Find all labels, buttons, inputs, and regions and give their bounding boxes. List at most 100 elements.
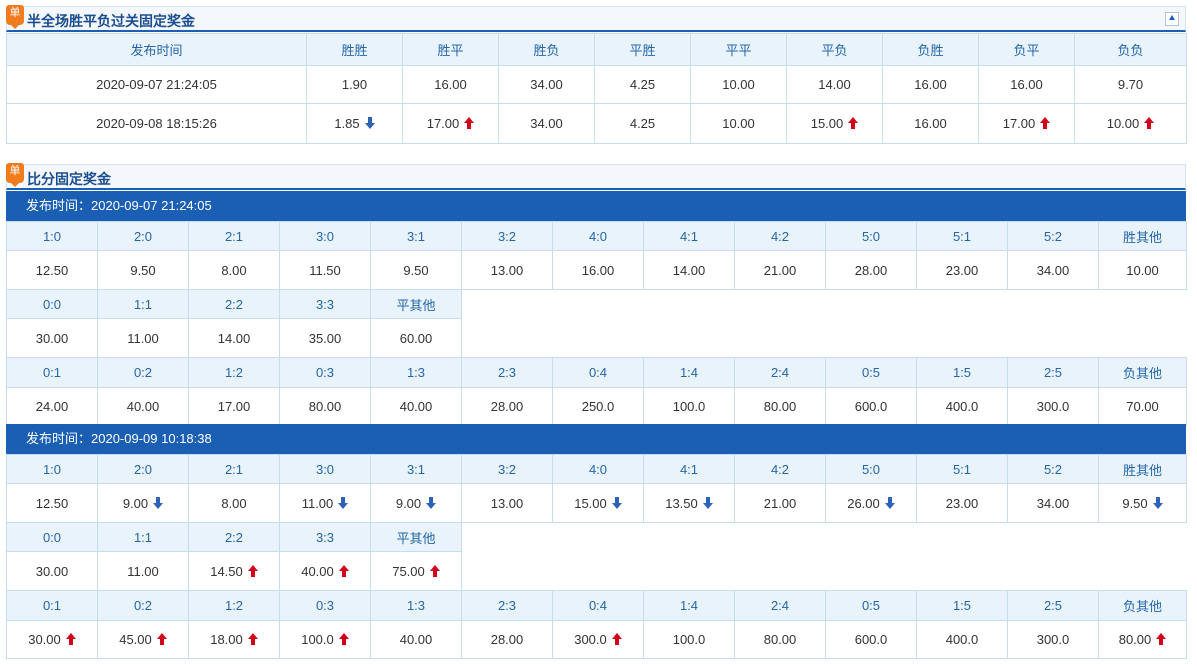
odds-cell: 23.00 [916, 250, 1008, 290]
odds-cell: 9.50 [370, 250, 462, 290]
lose-score-header-row: 0:1 0:2 1:2 0:3 1:3 2:3 0:4 1:4 2:4 0:5 1:5 2:5 负其他 [6, 590, 1187, 621]
score-label-cell: 2:0 [97, 454, 189, 484]
odds-cell: 12.50 [6, 250, 98, 290]
odds-value: 14.00 [672, 262, 706, 278]
score-label-cell: 0:4 [552, 357, 644, 388]
odds-cell: 17.00 [402, 103, 499, 144]
odds-value: 34.00 [530, 116, 563, 131]
odds-cell: 8.00 [188, 250, 280, 290]
column-header: 负胜 [882, 33, 979, 66]
arrow-up-icon [338, 633, 349, 645]
odds-cell: 21.00 [734, 250, 826, 290]
score-label-cell: 0:2 [97, 590, 189, 621]
score-label-cell: 负其他 [1098, 357, 1187, 388]
odds-value: 34.00 [1036, 495, 1070, 511]
odds-value: 8.00 [221, 262, 247, 278]
column-header: 负平 [978, 33, 1075, 66]
odds-cell: 80.00 [734, 387, 826, 426]
odds-cell: 250.0 [552, 387, 644, 426]
score-odds-table: 1:0 2:0 2:1 3:0 3:1 3:2 4:0 4:1 4:2 5:0 5:1 5:2 胜其他 1… [6, 221, 1187, 426]
empty-cell [1007, 289, 1099, 319]
odds-cell: 80.00 [1098, 620, 1187, 659]
score-label-cell: 1:2 [188, 590, 280, 621]
odds-cell: 12.50 [6, 483, 98, 523]
score-label-cell: 2:1 [188, 454, 280, 484]
empty-cell [643, 318, 735, 358]
odds-cell: 16.00 [882, 65, 979, 104]
arrow-down-icon [1152, 496, 1163, 509]
odds-cell: 600.0 [825, 387, 917, 426]
odds-cell: 11.50 [279, 250, 371, 290]
odds-value: 23.00 [945, 495, 979, 511]
odds-cell: 80.00 [734, 620, 826, 659]
score-label-cell: 2:4 [734, 357, 826, 388]
odds-value: 14.00 [818, 77, 851, 92]
arrow-down-icon [611, 496, 622, 509]
lose-score-value-row: 24.00 40.00 17.00 80.00 40.00 28.00 250.0 100.0… [6, 387, 1187, 426]
odds-cell: 14.00 [188, 318, 280, 358]
odds-cell: 34.00 [1007, 250, 1099, 290]
score-label-cell: 2:5 [1007, 357, 1099, 388]
odds-cell: 24.00 [6, 387, 98, 426]
odds-value: 17.00 [426, 116, 460, 131]
score-label-cell: 1:1 [97, 289, 189, 319]
odds-value: 23.00 [945, 262, 979, 278]
odds-value: 24.00 [35, 399, 69, 414]
odds-cell: 35.00 [279, 318, 371, 358]
arrow-up-icon [247, 633, 258, 645]
publish-time-value: 2020-09-07 21:24:05 [91, 198, 212, 213]
odds-cell: 40.00 [370, 387, 462, 426]
odds-value: 9.50 [403, 262, 429, 278]
score-label-cell: 0:0 [6, 522, 98, 552]
column-header: 胜平 [402, 33, 499, 66]
score-label-cell: 1:4 [643, 590, 735, 621]
score-label-cell: 3:0 [279, 454, 371, 484]
empty-cell [1007, 522, 1099, 552]
win-score-header-row: 1:0 2:0 2:1 3:0 3:1 3:2 4:0 4:1 4:2 5:0 5:1 5:2 胜其他 [6, 454, 1187, 484]
collapse-toggle-icon[interactable] [1165, 12, 1179, 26]
score-label-cell: 1:5 [916, 590, 1008, 621]
odds-value: 300.0 [1036, 399, 1070, 414]
odds-value: 400.0 [945, 399, 979, 414]
halftime-section-title: 半全场胜平负过关固定奖金 [27, 13, 195, 29]
odds-value: 80.00 [763, 632, 797, 647]
odds-cell: 30.00 [6, 318, 98, 358]
odds-cell: 34.00 [1007, 483, 1099, 523]
odds-value: 8.00 [221, 495, 247, 511]
odds-value: 13.50 [665, 495, 698, 511]
score-label-cell: 1:3 [370, 590, 462, 621]
odds-value: 11.00 [127, 563, 159, 579]
odds-value: 12.50 [35, 262, 69, 278]
empty-cell [825, 522, 917, 552]
odds-cell: 9.00 [370, 483, 462, 523]
lose-score-value-row: 30.00 45.00 18.00 100.0 40.00 28.00 300.0 100.0… [6, 620, 1187, 659]
score-label-cell: 2:4 [734, 590, 826, 621]
odds-value: 11.50 [309, 262, 341, 278]
odds-value: 30.00 [35, 330, 69, 346]
odds-value: 9.00 [122, 495, 149, 511]
odds-value: 11.00 [127, 330, 159, 346]
odds-value: 9.50 [130, 262, 156, 278]
score-label-cell: 1:1 [97, 522, 189, 552]
publish-time-label: 发布时间： [26, 431, 92, 446]
odds-cell: 400.0 [916, 387, 1008, 426]
odds-value: 17.00 [217, 399, 251, 414]
odds-cell: 16.00 [552, 250, 644, 290]
odds-cell: 15.00 [552, 483, 644, 523]
odds-value: 4.25 [629, 116, 656, 131]
arrow-up-icon [1156, 633, 1167, 645]
odds-cell: 70.00 [1098, 387, 1187, 426]
odds-cell: 100.0 [279, 620, 371, 659]
halftime-odds-table: 发布时间 胜胜 胜平 胜负 平胜 平平 平负 负胜 负平 负负 2020-09-07 21:24:… [6, 33, 1187, 144]
win-score-value-row: 12.50 9.00 8.00 11.00 9.00 13.00 15.00 13.50 21.… [6, 483, 1187, 523]
odds-value: 40.00 [126, 399, 160, 414]
score-label-cell: 0:5 [825, 590, 917, 621]
arrow-up-icon [848, 117, 859, 129]
odds-value: 40.00 [399, 399, 433, 414]
draw-score-header-row: 0:0 1:1 2:2 3:3 平其他 [6, 289, 1187, 319]
odds-cell: 300.0 [1007, 620, 1099, 659]
publish-time-value: 2020-09-09 10:18:38 [91, 431, 212, 446]
empty-cell [1007, 551, 1099, 591]
odds-value: 11.00 [301, 495, 334, 511]
score-label-cell: 3:3 [279, 522, 371, 552]
